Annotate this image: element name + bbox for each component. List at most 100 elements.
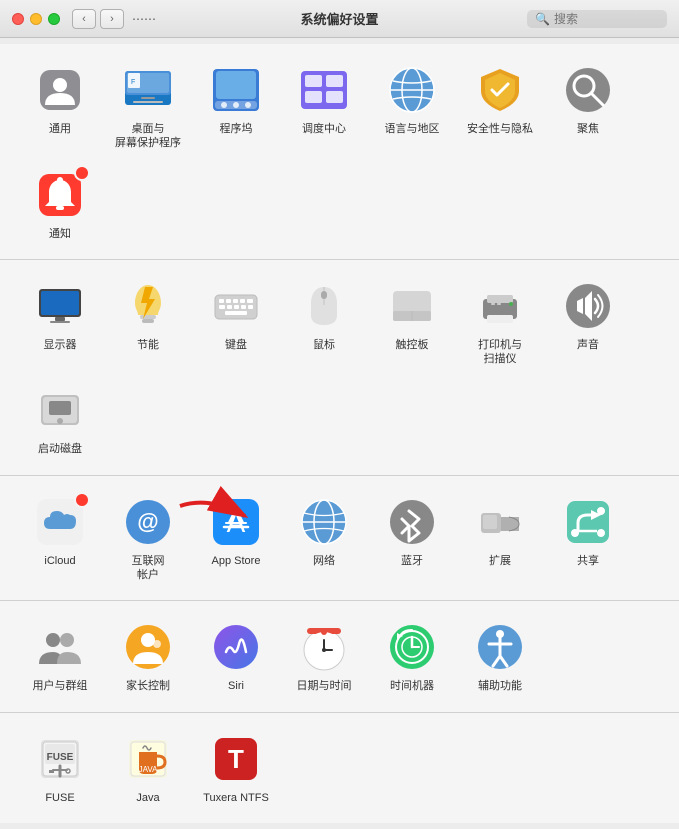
svg-text:FUSE: FUSE [47, 752, 74, 763]
spotlight-icon [563, 65, 613, 115]
language-label: 语言与地区 [385, 122, 440, 136]
pref-trackpad[interactable]: 触控板 [368, 270, 456, 375]
back-button[interactable]: ‹ [72, 9, 96, 29]
parental-icon [123, 622, 173, 672]
users-icon [35, 622, 85, 672]
minimize-button[interactable] [30, 13, 42, 25]
desktop-label: 桌面与 屏幕保护程序 [115, 122, 181, 151]
icloud-label: iCloud [44, 554, 75, 568]
zoom-button[interactable] [48, 13, 60, 25]
printers-label: 打印机与 扫描仪 [478, 338, 522, 367]
dock-icon [211, 65, 261, 115]
fuse-icon: FUSE [35, 734, 85, 784]
displays-icon [35, 281, 85, 331]
pref-sound[interactable]: 声音 [544, 270, 632, 375]
sound-label: 声音 [577, 338, 599, 352]
pref-icloud[interactable]: iCloud [16, 486, 104, 591]
trackpad-icon [387, 281, 437, 331]
spotlight-label: 聚焦 [577, 122, 599, 136]
notifications-badge [74, 165, 90, 181]
pref-displays[interactable]: 显示器 [16, 270, 104, 375]
users-label: 用户与群组 [33, 679, 88, 693]
pref-security[interactable]: 安全性与隐私 [456, 54, 544, 159]
appstore-icon: A [211, 497, 261, 547]
internet-icon: @ [123, 497, 173, 547]
pref-mouse[interactable]: 鼠标 [280, 270, 368, 375]
displays-label: 显示器 [44, 338, 77, 352]
datetime-label: 日期与时间 [297, 679, 352, 693]
main-content: 通用 F 桌面与 屏幕保护程序 [0, 38, 679, 829]
tuxera-icon: T [211, 734, 261, 784]
startup-label: 启动磁盘 [38, 442, 82, 456]
network-label: 网络 [313, 554, 335, 568]
extensions-label: 扩展 [489, 554, 511, 568]
traffic-lights [12, 13, 60, 25]
fuse-label: FUSE [45, 791, 74, 805]
pref-fuse[interactable]: FUSE FUSE [16, 723, 104, 813]
grid-view-button[interactable]: ⋯⋯ [132, 9, 156, 29]
forward-button[interactable]: › [100, 9, 124, 29]
network-icon [299, 497, 349, 547]
pref-network[interactable]: 网络 [280, 486, 368, 591]
section-hardware: 显示器 节能 [0, 260, 679, 476]
notifications-label: 通知 [49, 227, 71, 241]
mission-icon [299, 65, 349, 115]
pref-users[interactable]: 用户与群组 [16, 611, 104, 701]
sharing-icon [563, 497, 613, 547]
appstore-label: App Store [212, 554, 261, 568]
pref-startup[interactable]: 启动磁盘 [16, 374, 104, 464]
accessibility-label: 辅助功能 [478, 679, 522, 693]
tuxera-label: Tuxera NTFS [203, 791, 269, 805]
printers-icon [475, 281, 525, 331]
security-label: 安全性与隐私 [467, 122, 533, 136]
pref-language[interactable]: 语言与地区 [368, 54, 456, 159]
section-personal: 通用 F 桌面与 屏幕保护程序 [0, 44, 679, 260]
section-internet: iCloud @ 互联网 帐户 A [0, 476, 679, 602]
pref-keyboard[interactable]: 键盘 [192, 270, 280, 375]
pref-notifications[interactable]: 通知 [16, 159, 104, 249]
pref-internet[interactable]: @ 互联网 帐户 [104, 486, 192, 591]
pref-accessibility[interactable]: 辅助功能 [456, 611, 544, 701]
timemachine-label: 时间机器 [390, 679, 434, 693]
java-label: Java [136, 791, 159, 805]
pref-spotlight[interactable]: 聚焦 [544, 54, 632, 159]
pref-appstore[interactable]: A App Store [192, 486, 280, 591]
internet-label: 互联网 帐户 [132, 554, 165, 583]
java-icon: JAVA [123, 734, 173, 784]
pref-desktop[interactable]: F 桌面与 屏幕保护程序 [104, 54, 192, 159]
dock-label: 程序坞 [220, 122, 253, 136]
pref-timemachine[interactable]: 时间机器 [368, 611, 456, 701]
svg-text:T: T [228, 744, 244, 774]
pref-extensions[interactable]: 扩展 [456, 486, 544, 591]
titlebar: ‹ › ⋯⋯ 系统偏好设置 🔍 [0, 0, 679, 38]
pref-printers[interactable]: 打印机与 扫描仪 [456, 270, 544, 375]
icloud-badge [74, 492, 90, 508]
security-icon [475, 65, 525, 115]
pref-parental[interactable]: 家长控制 [104, 611, 192, 701]
keyboard-icon [211, 281, 261, 331]
pref-bluetooth[interactable]: 蓝牙 [368, 486, 456, 591]
pref-tuxera[interactable]: T Tuxera NTFS [192, 723, 280, 813]
extensions-icon [475, 497, 525, 547]
pref-mission[interactable]: 调度中心 [280, 54, 368, 159]
mouse-label: 鼠标 [313, 338, 335, 352]
pref-java[interactable]: JAVA Java [104, 723, 192, 813]
siri-icon [211, 622, 261, 672]
energy-icon [123, 281, 173, 331]
bluetooth-label: 蓝牙 [401, 554, 423, 568]
svg-text:@: @ [137, 509, 158, 534]
search-box[interactable]: 🔍 [527, 10, 667, 28]
general-label: 通用 [49, 122, 71, 136]
pref-energy[interactable]: 节能 [104, 270, 192, 375]
search-input[interactable] [554, 12, 659, 26]
close-button[interactable] [12, 13, 24, 25]
datetime-icon: 18 [299, 622, 349, 672]
pref-siri[interactable]: Siri [192, 611, 280, 701]
parental-label: 家长控制 [126, 679, 170, 693]
pref-dock[interactable]: 程序坞 [192, 54, 280, 159]
general-icon [35, 65, 85, 115]
mission-label: 调度中心 [302, 122, 346, 136]
pref-datetime[interactable]: 18 日期与时间 [280, 611, 368, 701]
pref-sharing[interactable]: 共享 [544, 486, 632, 591]
pref-general[interactable]: 通用 [16, 54, 104, 159]
